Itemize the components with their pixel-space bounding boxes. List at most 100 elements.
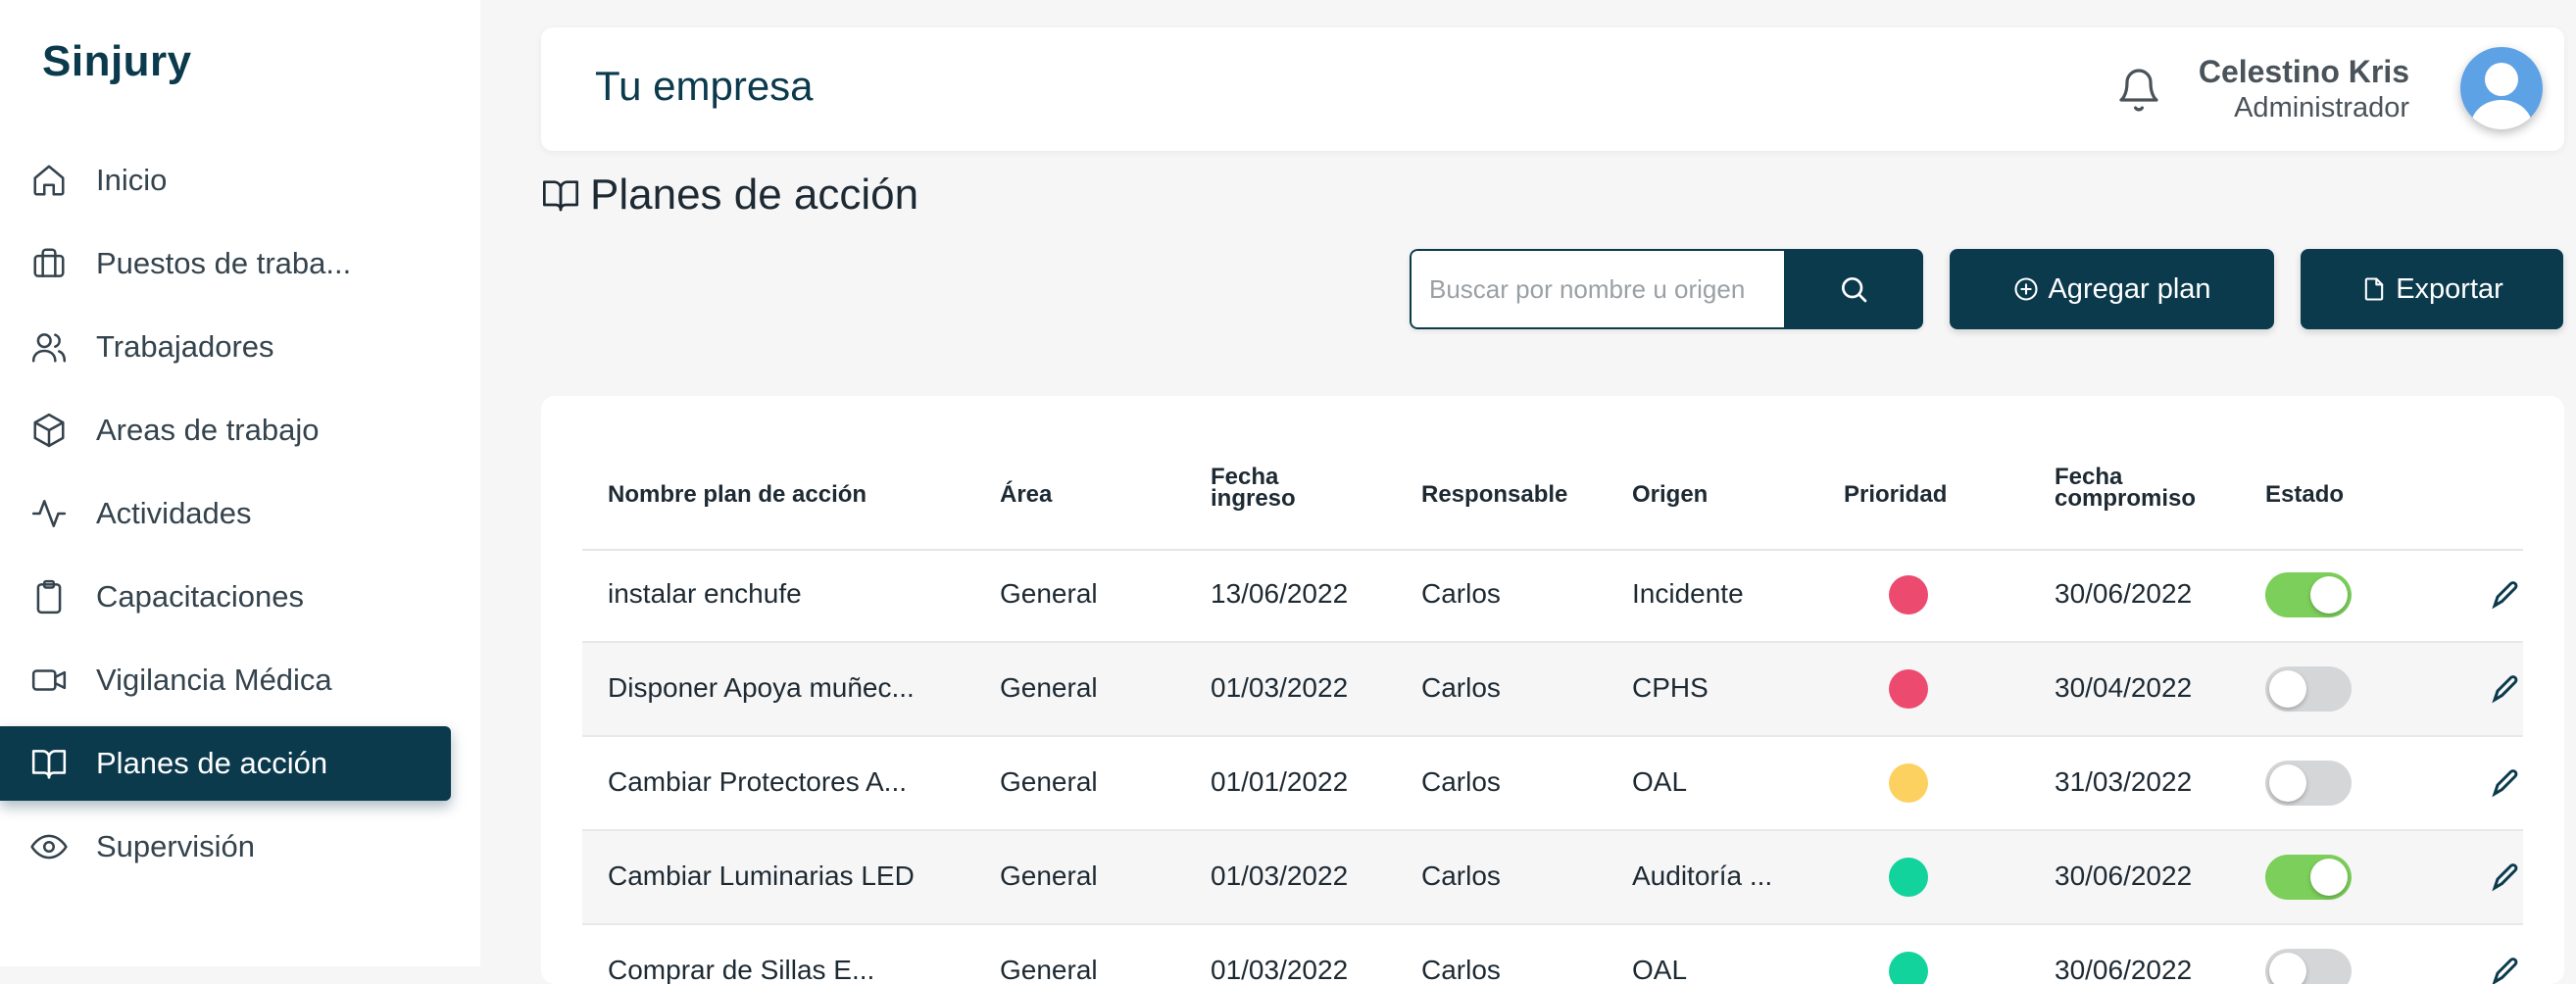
column-header-fecha-compromiso[interactable]: Fecha compromiso — [2055, 466, 2196, 511]
table-row[interactable]: instalar enchufe General 13/06/2022 Carlos I… — [582, 549, 2523, 643]
cell-fecha-compromiso: 30/06/2022 — [2055, 955, 2193, 984]
edit-icon[interactable] — [2489, 576, 2524, 612]
toggle-knob — [2269, 764, 2306, 802]
company-name: Tu empresa — [595, 63, 814, 109]
avatar[interactable] — [2460, 47, 2543, 129]
cell-nombre: Comprar de Sillas E... — [608, 955, 875, 984]
table-row[interactable]: Comprar de Sillas E... General 01/03/2022 C… — [582, 925, 2523, 984]
page-title: Planes de acción — [541, 171, 918, 220]
briefcase-icon — [29, 244, 69, 283]
sidebar-item-label: Vigilancia Médica — [96, 663, 332, 697]
column-header-fecha-ingreso[interactable]: Fecha ingreso — [1211, 466, 1296, 511]
sidebar-item-label: Inicio — [96, 163, 168, 197]
cell-fecha-compromiso: 31/03/2022 — [2055, 766, 2193, 797]
column-header-estado[interactable]: Estado — [2265, 483, 2344, 507]
sidebar-item-label: Planes de acción — [96, 746, 328, 780]
cell-origen: CPHS — [1632, 672, 1709, 703]
file-icon — [2364, 277, 2384, 301]
activity-icon — [29, 494, 69, 533]
cell-origen: Auditoría ... — [1632, 861, 1773, 891]
cell-area: General — [1000, 672, 1098, 703]
cell-fecha-compromiso: 30/06/2022 — [2055, 861, 2193, 891]
home-icon — [29, 161, 69, 200]
box-icon — [29, 411, 69, 450]
sidebar-item-label: Areas de trabajo — [96, 413, 320, 447]
cell-nombre: Cambiar Protectores A... — [608, 766, 908, 797]
edit-icon[interactable] — [2489, 764, 2524, 800]
search-button[interactable] — [1784, 249, 1923, 329]
search-bar — [1410, 249, 1923, 329]
toggle-knob — [2269, 953, 2306, 984]
sidebar-item-label: Supervisión — [96, 829, 255, 863]
cell-fecha-ingreso: 13/06/2022 — [1211, 578, 1349, 609]
column-header-origen[interactable]: Origen — [1632, 483, 1708, 507]
status-toggle[interactable] — [2265, 949, 2352, 984]
sidebar-item-puestos[interactable]: Puestos de traba... — [0, 226, 480, 301]
book-open-icon — [543, 180, 578, 212]
status-toggle[interactable] — [2265, 666, 2352, 712]
search-input[interactable] — [1410, 249, 1784, 329]
sidebar-item-label: Capacitaciones — [96, 579, 304, 614]
column-header-nombre[interactable]: Nombre plan de acción — [608, 483, 867, 507]
video-icon — [29, 661, 69, 700]
status-toggle[interactable] — [2265, 855, 2352, 900]
toggle-knob — [2310, 859, 2348, 896]
brand-logo[interactable]: Sinjury — [42, 37, 192, 86]
top-header: Tu empresa Celestino Kris Administrador — [541, 27, 2564, 151]
sidebar-nav: Inicio Puestos de traba... Trabajadores … — [0, 143, 480, 893]
status-toggle[interactable] — [2265, 572, 2352, 617]
user-name: Celestino Kris — [2198, 54, 2409, 89]
status-toggle[interactable] — [2265, 761, 2352, 806]
sidebar-item-label: Trabajadores — [96, 329, 274, 364]
export-button[interactable]: Exportar — [2301, 249, 2563, 329]
users-icon — [29, 327, 69, 367]
edit-icon[interactable] — [2489, 953, 2524, 984]
export-label: Exportar — [2396, 272, 2503, 305]
table-row[interactable]: Cambiar Luminarias LED General 01/03/2022 C… — [582, 831, 2523, 925]
sidebar-item-vigilancia[interactable]: Vigilancia Médica — [0, 643, 480, 717]
user-role: Administrador — [2234, 92, 2409, 123]
bell-icon[interactable] — [2115, 67, 2162, 114]
cell-responsable: Carlos — [1421, 672, 1501, 703]
cell-fecha-ingreso: 01/03/2022 — [1211, 861, 1349, 891]
cell-area: General — [1000, 578, 1098, 609]
action-plans-table: Nombre plan de acción Área Fecha ingreso… — [541, 396, 2564, 984]
sidebar-item-capacitaciones[interactable]: Capacitaciones — [0, 560, 480, 634]
user-silhouette-icon — [2470, 63, 2533, 129]
cell-fecha-compromiso: 30/04/2022 — [2055, 672, 2193, 703]
cell-fecha-ingreso: 01/03/2022 — [1211, 955, 1349, 984]
sidebar-item-label: Puestos de traba... — [96, 246, 352, 280]
sidebar-item-planes[interactable]: Planes de acción — [0, 726, 451, 801]
edit-icon[interactable] — [2489, 670, 2524, 706]
clipboard-icon — [29, 577, 69, 616]
cell-origen: OAL — [1632, 955, 1688, 984]
cell-responsable: Carlos — [1421, 766, 1501, 797]
table-row[interactable]: Cambiar Protectores A... General 01/01/202… — [582, 737, 2523, 831]
sidebar-item-actividades[interactable]: Actividades — [0, 476, 480, 551]
cell-fecha-ingreso: 01/01/2022 — [1211, 766, 1349, 797]
priority-indicator — [1889, 669, 1928, 709]
sidebar-item-trabajadores[interactable]: Trabajadores — [0, 310, 480, 384]
sidebar-item-supervision[interactable]: Supervisión — [0, 810, 480, 884]
column-header-responsable[interactable]: Responsable — [1421, 483, 1567, 507]
cell-origen: OAL — [1632, 766, 1688, 797]
cell-area: General — [1000, 955, 1098, 984]
cell-responsable: Carlos — [1421, 578, 1501, 609]
sidebar-item-inicio[interactable]: Inicio — [0, 143, 480, 218]
add-plan-label: Agregar plan — [2048, 272, 2211, 305]
priority-indicator — [1889, 858, 1928, 897]
cell-fecha-ingreso: 01/03/2022 — [1211, 672, 1349, 703]
cell-origen: Incidente — [1632, 578, 1744, 609]
table-row[interactable]: Disponer Apoya muñec... General 01/03/2022… — [582, 643, 2523, 737]
page-title-text: Planes de acción — [590, 171, 919, 219]
sidebar-item-areas[interactable]: Areas de trabajo — [0, 393, 480, 467]
edit-icon[interactable] — [2489, 859, 2524, 894]
column-header-area[interactable]: Área — [1000, 483, 1052, 507]
cell-nombre: instalar enchufe — [608, 578, 802, 609]
add-plan-button[interactable]: Agregar plan — [1950, 249, 2274, 329]
column-header-prioridad[interactable]: Prioridad — [1844, 483, 1947, 507]
cell-responsable: Carlos — [1421, 861, 1501, 891]
priority-indicator — [1889, 952, 1928, 984]
plus-circle-icon — [2014, 277, 2039, 301]
toggle-knob — [2310, 576, 2348, 614]
